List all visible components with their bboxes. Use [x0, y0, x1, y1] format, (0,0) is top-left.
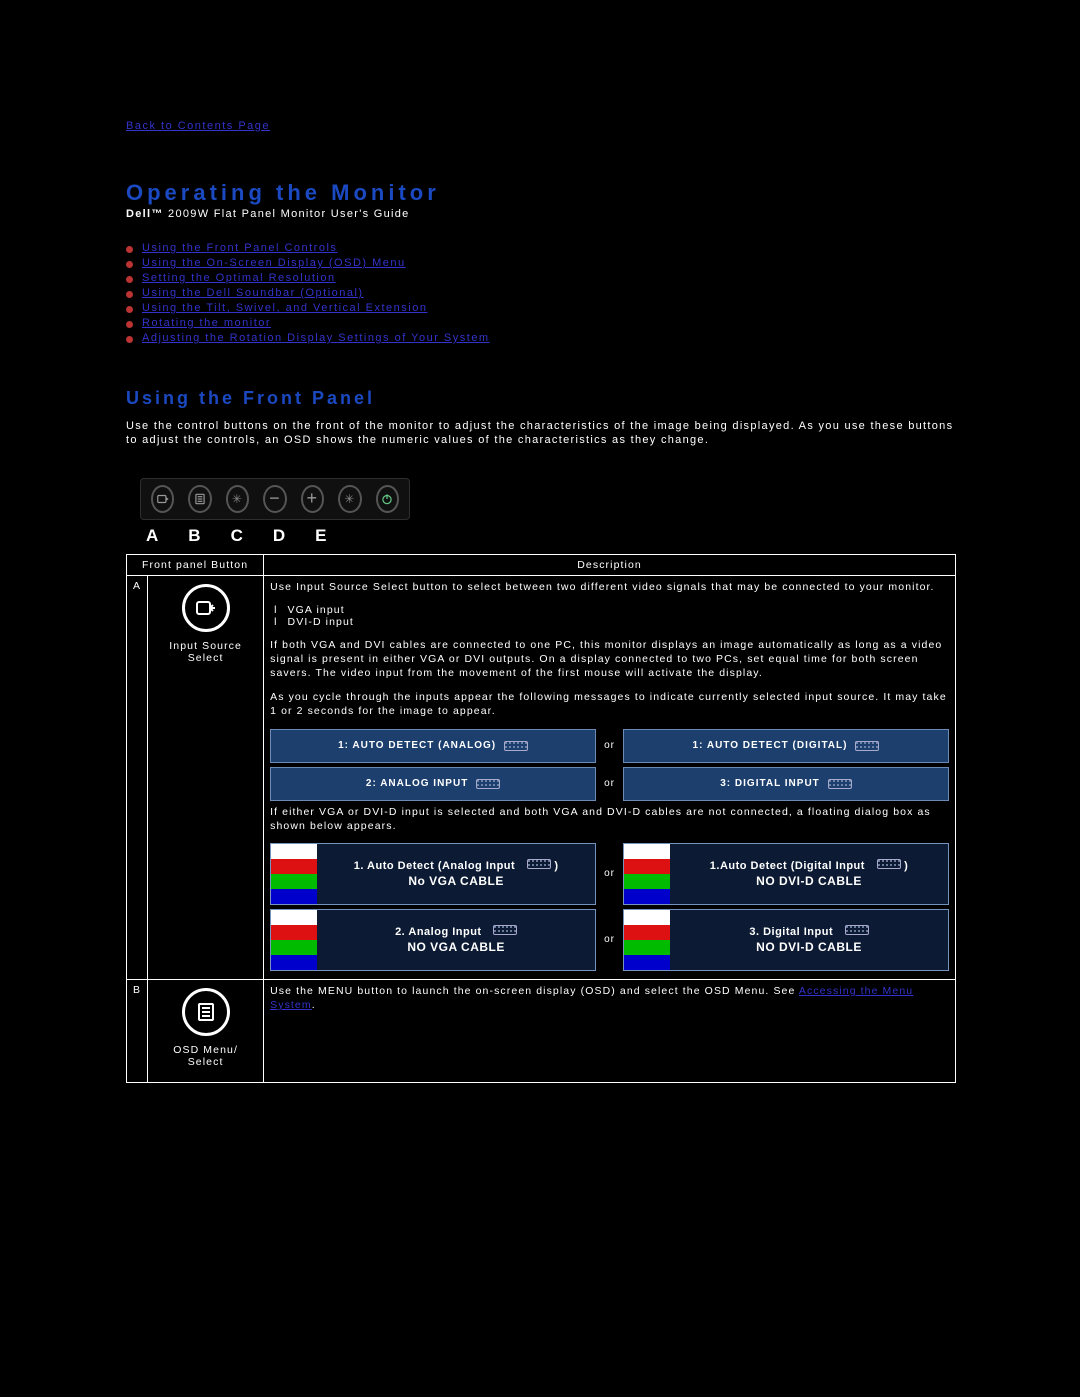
row-a-label: A	[127, 575, 148, 979]
row-b-description: Use the MENU button to launch the on-scr…	[264, 979, 956, 1082]
brand-name: Dell™	[126, 208, 164, 220]
or-label: or	[604, 778, 615, 789]
osd-menu-select-icon	[182, 988, 230, 1036]
toc-link-4[interactable]: Using the Tilt, Swivel, and Vertical Ext…	[142, 302, 427, 314]
dvi-connector-icon	[855, 741, 879, 751]
toc-link-3[interactable]: Using the Dell Soundbar (Optional)	[142, 287, 364, 299]
nocable-digital: 3. Digital Input NO DVI-D CABLE	[623, 909, 949, 971]
toc-link-1[interactable]: Using the On-Screen Display (OSD) Menu	[142, 257, 406, 269]
panel-button-auto-icon	[338, 485, 361, 513]
row-a-input-dvid: DVI-D input	[288, 616, 949, 628]
row-b-button-caption: OSD Menu/ Select	[154, 1044, 257, 1078]
dvi-connector-icon	[828, 779, 852, 789]
nocable-analog: 2. Analog Input NO VGA CABLE	[270, 909, 596, 971]
row-a-input-vga: VGA input	[288, 604, 949, 616]
nocable-auto-analog: 1. Auto Detect (Analog Input ) No VGA CA…	[270, 843, 596, 905]
front-panel-illustration: A B C D E	[140, 478, 410, 546]
panel-button-minus-icon	[263, 485, 286, 513]
vga-connector-icon	[493, 925, 517, 935]
panel-button-power-icon	[376, 485, 399, 513]
dvi-connector-icon	[845, 925, 869, 935]
input-source-select-icon	[182, 584, 230, 632]
panel-button-menu-icon	[188, 485, 211, 513]
front-panel-table: Front panel Button Description A Input S…	[126, 554, 956, 1083]
banner-auto-detect-digital: 1: AUTO DETECT (DIGITAL)	[623, 729, 949, 763]
back-to-contents-link[interactable]: Back to Contents Page	[126, 120, 270, 132]
nocable-auto-digital: 1.Auto Detect (Digital Input ) NO DVI-D …	[623, 843, 949, 905]
vga-connector-icon	[527, 859, 551, 869]
row-a-button-cell: Input Source Select	[148, 575, 264, 979]
toc-link-0[interactable]: Using the Front Panel Controls	[142, 242, 337, 254]
banner-auto-detect-analog: 1: AUTO DETECT (ANALOG)	[270, 729, 596, 763]
section-using-front-panel-title: Using the Front Panel	[126, 388, 960, 409]
row-b-desc-post: .	[312, 999, 316, 1011]
row-a-p4: If either VGA or DVI-D input is selected…	[270, 805, 949, 833]
page-subtitle: Dell™ 2009W Flat Panel Monitor User's Gu…	[126, 208, 960, 220]
panel-letter-c: C	[231, 526, 243, 546]
row-b-desc-pre: Use the MENU button to launch the on-scr…	[270, 985, 799, 997]
row-a-button-caption: Input Source Select	[154, 640, 257, 674]
subtitle-rest: 2009W Flat Panel Monitor User's Guide	[164, 208, 410, 220]
panel-button-brightness-icon	[226, 485, 249, 513]
vga-connector-icon	[504, 741, 528, 751]
or-label: or	[604, 934, 615, 945]
panel-letter-e: E	[315, 526, 326, 546]
table-header-button: Front panel Button	[127, 554, 264, 575]
toc-link-5[interactable]: Rotating the monitor	[142, 317, 271, 329]
panel-letter-d: D	[273, 526, 285, 546]
table-header-description: Description	[264, 554, 956, 575]
row-a-description: Use Input Source Select button to select…	[264, 575, 956, 979]
row-a-p1: Use Input Source Select button to select…	[270, 580, 949, 594]
row-b-label: B	[127, 979, 148, 1082]
section-intro-text: Use the control buttons on the front of …	[126, 419, 956, 448]
row-a-p2: If both VGA and DVI cables are connected…	[270, 638, 949, 681]
toc-link-2[interactable]: Setting the Optimal Resolution	[142, 272, 336, 284]
panel-letter-b: B	[188, 526, 200, 546]
panel-button-input-icon	[151, 485, 174, 513]
vga-connector-icon	[476, 779, 500, 789]
dvi-connector-icon	[877, 859, 901, 869]
page-title: Operating the Monitor	[126, 180, 960, 206]
panel-letter-a: A	[146, 526, 158, 546]
row-b-button-cell: OSD Menu/ Select	[148, 979, 264, 1082]
or-label: or	[604, 740, 615, 751]
toc-list: Using the Front Panel Controls Using the…	[126, 242, 960, 344]
panel-button-plus-icon	[301, 485, 324, 513]
banner-digital-input: 3: DIGITAL INPUT	[623, 767, 949, 801]
banner-analog-input: 2: ANALOG INPUT	[270, 767, 596, 801]
or-label: or	[604, 868, 615, 879]
toc-link-6[interactable]: Adjusting the Rotation Display Settings …	[142, 332, 490, 344]
row-a-p3: As you cycle through the inputs appear t…	[270, 690, 949, 718]
